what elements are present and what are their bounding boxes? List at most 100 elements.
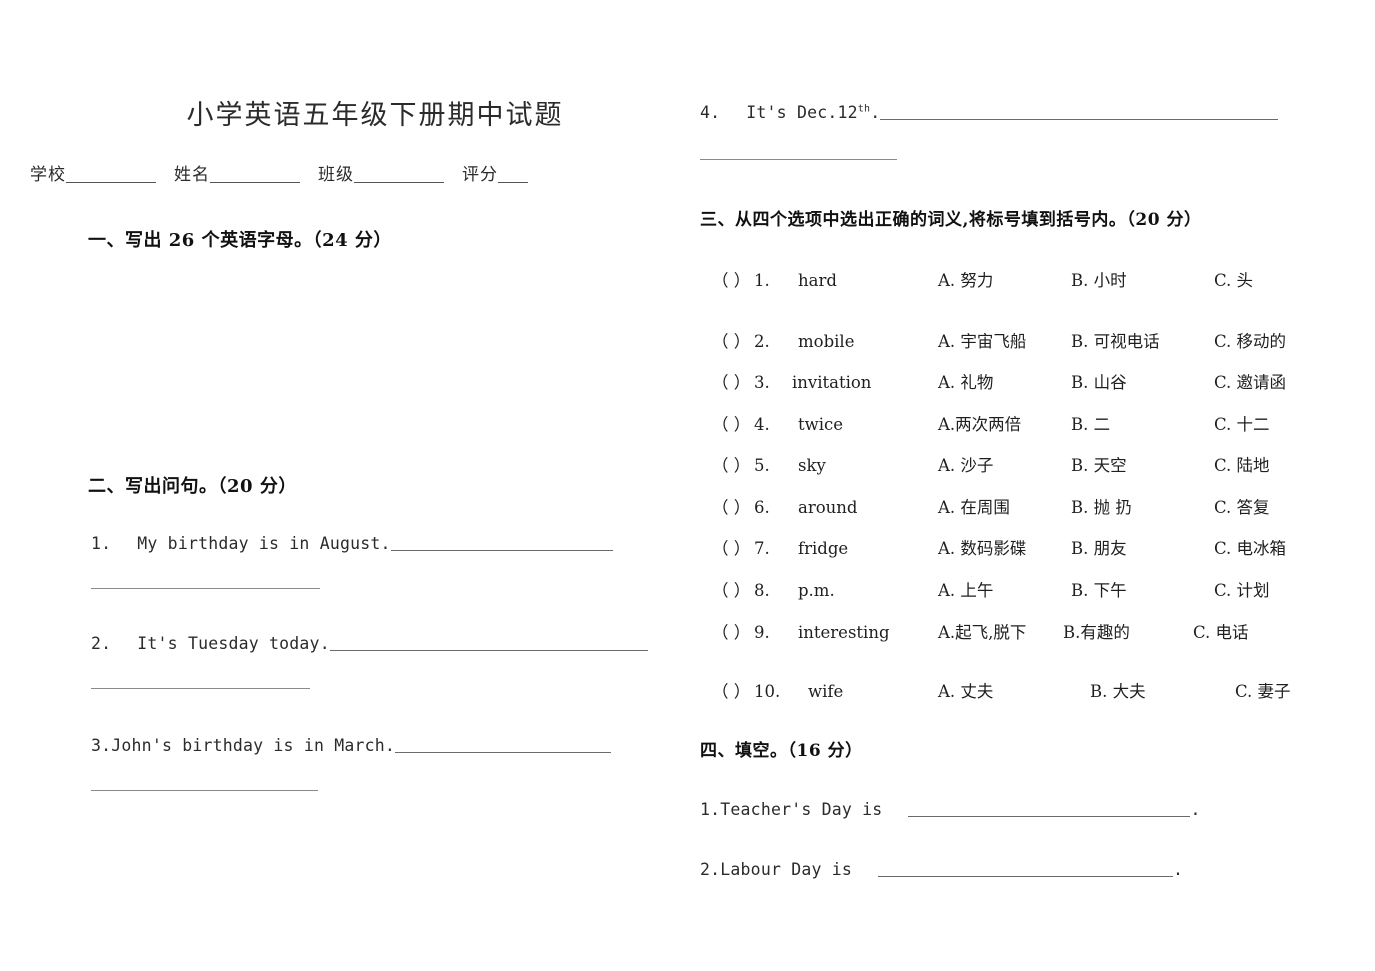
- mc-option-c-8[interactable]: C. 计划: [1214, 577, 1270, 601]
- mc-option-c-1[interactable]: C. 头: [1214, 267, 1253, 291]
- mc-option-c-10[interactable]: C. 妻子: [1235, 678, 1291, 702]
- mc-option-c-3[interactable]: C. 邀请函: [1214, 369, 1286, 393]
- mc-number-7: 7.: [754, 539, 770, 558]
- mc-option-b-2[interactable]: B. 可视电话: [1071, 328, 1214, 352]
- question-2-1-answer-rule[interactable]: [390, 537, 613, 551]
- score-field: 评分: [462, 165, 528, 185]
- mc-option-b-5[interactable]: B. 天空: [1071, 452, 1214, 476]
- mc-answer-box-4[interactable]: （ ）: [712, 411, 754, 435]
- mc-answer-box-1[interactable]: （ ）: [712, 267, 754, 291]
- mc-option-a-9[interactable]: A.起飞,脱下: [938, 619, 1063, 643]
- class-label: 班级: [318, 165, 354, 185]
- school-field: 学校: [30, 165, 156, 185]
- mc-answer-box-5[interactable]: （ ）: [712, 452, 754, 476]
- question-2-2-answer-rule-cont[interactable]: [91, 688, 310, 689]
- mc-option-b-10[interactable]: B. 大夫: [1090, 678, 1235, 702]
- question-2-4-answer-rule[interactable]: [880, 106, 1279, 120]
- question-4-1-period: .: [1190, 800, 1201, 819]
- mc-answer-box-9[interactable]: （ ）: [712, 619, 754, 643]
- mc-option-c-9[interactable]: C. 电话: [1193, 619, 1249, 643]
- question-2-2-number: 2.: [91, 634, 112, 653]
- question-4-2: 2.Labour Day is.: [700, 860, 1183, 879]
- question-2-1-number: 1.: [91, 534, 112, 553]
- question-2-3-number: 3.: [91, 736, 112, 755]
- question-4-1: 1.Teacher's Day is.: [700, 800, 1201, 819]
- question-4-1-answer-rule[interactable]: [908, 803, 1191, 817]
- class-blank[interactable]: [354, 165, 444, 183]
- mc-answer-box-8[interactable]: （ ）: [712, 577, 754, 601]
- mc-option-c-7[interactable]: C. 电冰箱: [1214, 535, 1286, 559]
- question-4-1-text: Teacher's Day is: [720, 800, 883, 819]
- mc-option-a-4[interactable]: A.两次两倍: [938, 411, 1071, 435]
- question-4-2-answer-rule[interactable]: [878, 863, 1174, 877]
- question-2-3-answer-rule-cont[interactable]: [91, 790, 318, 791]
- mc-option-c-2[interactable]: C. 移动的: [1214, 328, 1286, 352]
- mc-option-a-3[interactable]: A. 礼物: [938, 369, 1071, 393]
- mc-row-8: （ ） 8. p.m. A. 上午 B. 下午 C. 计划: [712, 577, 1270, 601]
- name-blank[interactable]: [210, 165, 300, 183]
- mc-answer-box-7[interactable]: （ ）: [712, 535, 754, 559]
- question-4-2-number: 2.: [700, 860, 721, 879]
- mc-word-1: hard: [798, 271, 837, 290]
- mc-option-a-5[interactable]: A. 沙子: [938, 452, 1071, 476]
- mc-option-b-8[interactable]: B. 下午: [1071, 577, 1214, 601]
- mc-answer-box-6[interactable]: （ ）: [712, 494, 754, 518]
- mc-option-b-9[interactable]: B.有趣的: [1063, 619, 1193, 643]
- mc-option-c-5[interactable]: C. 陆地: [1214, 452, 1270, 476]
- mc-option-b-3[interactable]: B. 山谷: [1071, 369, 1214, 393]
- question-2-3-text: John's birthday is in March.: [111, 736, 396, 755]
- mc-row-4: （ ） 4. twice A.两次两倍 B. 二 C. 十二: [712, 411, 1270, 435]
- mc-option-a-10[interactable]: A. 丈夫: [938, 678, 1090, 702]
- mc-number-4: 4.: [754, 415, 770, 434]
- mc-option-b-1[interactable]: B. 小时: [1071, 267, 1214, 291]
- mc-option-a-6[interactable]: A. 在周围: [938, 494, 1071, 518]
- mc-number-10: 10.: [754, 682, 781, 701]
- mc-row-10: （ ） 10. wife A. 丈夫 B. 大夫 C. 妻子: [712, 678, 1291, 702]
- mc-number-6: 6.: [754, 498, 770, 517]
- score-label: 评分: [462, 165, 498, 185]
- mc-word-6: around: [798, 498, 858, 517]
- mc-option-a-2[interactable]: A. 宇宙飞船: [938, 328, 1071, 352]
- mc-number-5: 5.: [754, 456, 770, 475]
- page-title: 小学英语五年级下册期中试题: [186, 100, 564, 131]
- mc-option-b-7[interactable]: B. 朋友: [1071, 535, 1214, 559]
- mc-row-9: （ ） 9. interesting A.起飞,脱下 B.有趣的 C. 电话: [712, 619, 1249, 643]
- exam-paper-page: 小学英语五年级下册期中试题 学校 姓名 班级 评分 一、写出 26 个英语字母。（24…: [0, 0, 1375, 971]
- name-label: 姓名: [174, 165, 210, 185]
- mc-row-6: （ ） 6. around A. 在周围 B. 抛 扔 C. 答复: [712, 494, 1270, 518]
- section-two-heading: 二、写出问句。（20 分）: [88, 476, 297, 497]
- mc-option-b-4[interactable]: B. 二: [1071, 411, 1214, 435]
- mc-row-7: （ ） 7. fridge A. 数码影碟 B. 朋友 C. 电冰箱: [712, 535, 1286, 559]
- question-2-3: 3.John's birthday is in March.: [91, 736, 612, 755]
- mc-answer-box-10[interactable]: （ ）: [712, 678, 754, 702]
- score-blank[interactable]: [498, 165, 528, 183]
- question-2-2-answer-rule[interactable]: [329, 637, 648, 651]
- question-4-2-period: .: [1173, 860, 1184, 879]
- question-2-4-answer-rule-cont[interactable]: [700, 159, 897, 160]
- mc-option-a-8[interactable]: A. 上午: [938, 577, 1071, 601]
- question-2-4-text: It's Dec.12: [746, 103, 858, 122]
- mc-option-c-6[interactable]: C. 答复: [1214, 494, 1270, 518]
- section-one-answer-area[interactable]: [88, 258, 678, 453]
- question-2-4-number: 4.: [700, 103, 721, 122]
- mc-option-b-6[interactable]: B. 抛 扔: [1071, 494, 1214, 518]
- mc-option-a-7[interactable]: A. 数码影碟: [938, 535, 1071, 559]
- mc-option-a-1[interactable]: A. 努力: [938, 267, 1071, 291]
- mc-word-2: mobile: [798, 332, 855, 351]
- mc-word-5: sky: [798, 456, 826, 475]
- mc-answer-box-2[interactable]: （ ）: [712, 328, 754, 352]
- question-2-4: 4. It's Dec.12th.: [700, 103, 1279, 122]
- question-2-1-answer-rule-cont[interactable]: [91, 588, 320, 589]
- mc-answer-box-3[interactable]: （ ）: [712, 369, 754, 393]
- question-2-4-period: .: [870, 103, 881, 122]
- mc-row-3: （ ） 3. invitation A. 礼物 B. 山谷 C. 邀请函: [712, 369, 1286, 393]
- question-2-2: 2. It's Tuesday today.: [91, 634, 648, 653]
- question-2-1-text: My birthday is in August.: [137, 534, 391, 553]
- identity-row: 学校 姓名 班级 评分: [30, 160, 546, 185]
- school-label: 学校: [30, 165, 66, 185]
- mc-word-3: invitation: [792, 373, 872, 392]
- question-2-3-answer-rule[interactable]: [395, 739, 612, 753]
- section-three-heading: 三、从四个选项中选出正确的词义,将标号填到括号内。（20 分）: [700, 210, 1202, 230]
- mc-option-c-4[interactable]: C. 十二: [1214, 411, 1270, 435]
- school-blank[interactable]: [66, 165, 156, 183]
